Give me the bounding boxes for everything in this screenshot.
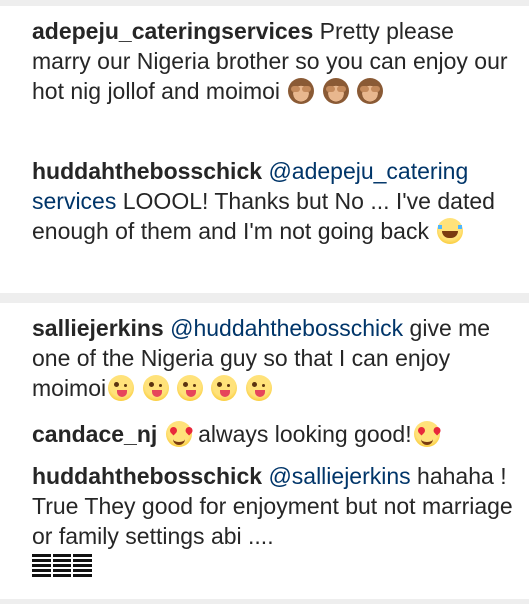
winking-tongue-icon (211, 375, 238, 401)
see-no-evil-monkey-icon (288, 78, 315, 104)
comment-username[interactable]: huddahthebosschick (32, 158, 262, 184)
comment-card-1: adepeju_cateringservices Pretty please m… (0, 6, 529, 293)
comment-1: adepeju_cateringservices Pretty please m… (32, 16, 517, 106)
heart-eyes-icon (413, 421, 440, 447)
tears-of-joy-icon (437, 218, 464, 244)
comment-card-2: salliejerkins @huddahthebosschick give m… (0, 303, 529, 599)
heart-eyes-icon (165, 421, 192, 447)
see-no-evil-monkey-icon (357, 78, 384, 104)
winking-tongue-icon (142, 375, 169, 401)
comment-username[interactable]: huddahthebosschick (32, 463, 262, 489)
winking-tongue-icon (245, 375, 272, 401)
comment-3: salliejerkins @huddahthebosschick give m… (32, 313, 517, 403)
comment-mention[interactable]: @huddahthebosschick (170, 315, 403, 341)
flag-icon (32, 554, 92, 578)
comment-username[interactable]: adepeju_cateringservices (32, 18, 313, 44)
comment-username[interactable]: salliejerkins (32, 315, 164, 341)
comment-mention[interactable]: @salliejerkins (268, 463, 410, 489)
winking-tongue-icon (108, 375, 135, 401)
comment-text: always looking good! (191, 421, 412, 447)
see-no-evil-monkey-icon (322, 78, 349, 104)
comment-2: huddahthebosschick @adepeju_catering ser… (32, 156, 517, 246)
winking-tongue-icon (176, 375, 203, 401)
comment-4: candace_nj always looking good! (32, 419, 517, 449)
comment-username[interactable]: candace_nj (32, 421, 157, 447)
comment-5: huddahthebosschick @salliejerkins hahaha… (32, 461, 517, 581)
